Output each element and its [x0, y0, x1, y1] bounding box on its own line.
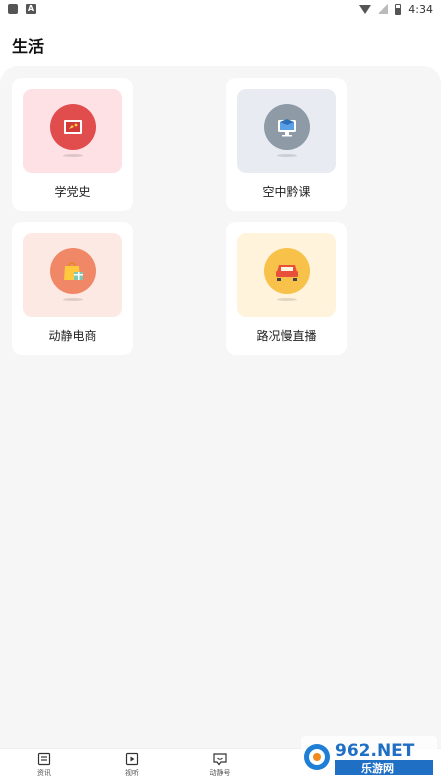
page-title: 生活	[12, 37, 45, 56]
status-right: 4:34	[359, 3, 433, 16]
card-tile	[23, 233, 122, 317]
nav-label: 动静号	[209, 769, 231, 777]
svg-text:乐游网: 乐游网	[361, 761, 394, 775]
nav-item-news[interactable]: 资讯	[24, 752, 64, 778]
card-tile	[23, 89, 122, 173]
watermark-logo: 962.NET 乐游网	[301, 734, 437, 780]
notification-square-icon	[8, 4, 18, 14]
play-video-icon	[125, 752, 139, 766]
service-card-air-class[interactable]: 空中黔课	[226, 78, 347, 211]
services-panel: 学党史 空中黔课 动静电商 路况慢直播	[0, 66, 441, 748]
service-card-ecommerce[interactable]: 动静电商	[12, 222, 133, 355]
card-tile	[237, 233, 336, 317]
icon-shadow	[63, 298, 83, 301]
nav-item-video[interactable]: 视听	[112, 752, 152, 778]
nav-label: 资讯	[37, 769, 51, 777]
card-label: 动静电商	[48, 329, 97, 343]
svg-text:962.NET: 962.NET	[335, 741, 415, 761]
card-label: 学党史	[54, 185, 91, 199]
notification-a-icon: A	[26, 4, 36, 14]
monitor-graduation-icon	[263, 104, 310, 150]
car-icon	[263, 248, 310, 294]
service-card-traffic-live[interactable]: 路况慢直播	[226, 222, 347, 355]
news-icon	[37, 752, 51, 766]
card-label: 路况慢直播	[256, 329, 317, 343]
wifi-icon	[359, 4, 372, 14]
party-flag-icon	[49, 104, 96, 150]
chat-bubble-icon	[213, 753, 227, 766]
card-tile	[237, 89, 336, 173]
shopping-bag-icon	[49, 248, 96, 294]
battery-icon	[395, 3, 402, 15]
card-label: 空中黔课	[262, 185, 311, 199]
icon-shadow	[63, 154, 83, 157]
status-time: 4:34	[408, 2, 433, 16]
signal-icon	[378, 4, 389, 14]
icon-shadow	[277, 154, 297, 157]
status-bar: A 4:34	[0, 0, 441, 18]
service-card-party-history[interactable]: 学党史	[12, 78, 133, 211]
status-left: A	[8, 4, 36, 14]
icon-shadow	[277, 298, 297, 301]
nav-label: 视听	[125, 769, 139, 777]
nav-item-dongjing-hao[interactable]: 动静号	[200, 752, 240, 778]
